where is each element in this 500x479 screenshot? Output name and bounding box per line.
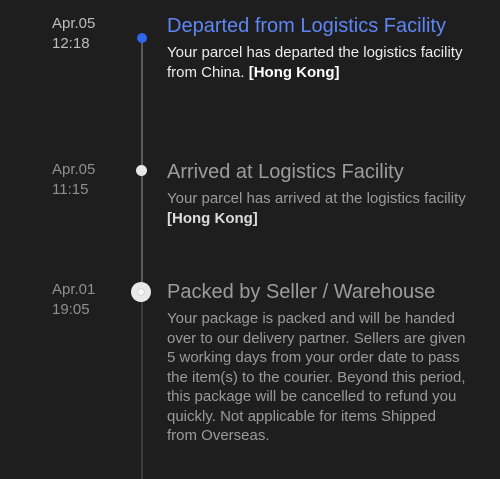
event-location: [Hong Kong] (167, 209, 258, 227)
current-status-dot-icon (137, 33, 147, 43)
event-content: Packed by Seller / Warehouse Your packag… (167, 280, 467, 446)
event-description: Your parcel has departed the logistics f… (167, 43, 467, 82)
timeline-line (141, 38, 143, 172)
event-time: 12:18 (52, 35, 90, 52)
event-datetime: Apr.05 11:15 (52, 160, 95, 200)
event-title: Arrived at Logistics Facility (167, 161, 404, 183)
event-content: Departed from Logistics Facility Your pa… (167, 14, 467, 82)
event-title: Departed from Logistics Facility (167, 15, 446, 37)
event-title: Packed by Seller / Warehouse (167, 281, 436, 303)
event-date: Apr.01 (52, 281, 96, 298)
start-status-dot-icon (131, 282, 151, 302)
timeline-line (141, 290, 143, 479)
event-date: Apr.05 (52, 15, 96, 32)
status-dot-icon (136, 165, 147, 176)
event-description: Your package is packed and will be hande… (167, 310, 466, 444)
event-datetime: Apr.01 19:05 (52, 280, 95, 320)
event-time: 19:05 (52, 301, 90, 318)
tracking-timeline: Apr.05 12:18 Departed from Logistics Fac… (0, 0, 500, 479)
event-description-text: Your parcel has arrived at the logistics… (167, 190, 466, 207)
event-location: [Hong Kong] (248, 63, 340, 81)
event-content: Arrived at Logistics Facility Your parce… (167, 160, 467, 228)
timeline-line (141, 172, 143, 290)
event-description: Your parcel has arrived at the logistics… (167, 189, 467, 228)
event-datetime: Apr.05 12:18 (52, 14, 95, 54)
event-date: Apr.05 (52, 161, 96, 178)
event-time: 11:15 (52, 181, 89, 198)
